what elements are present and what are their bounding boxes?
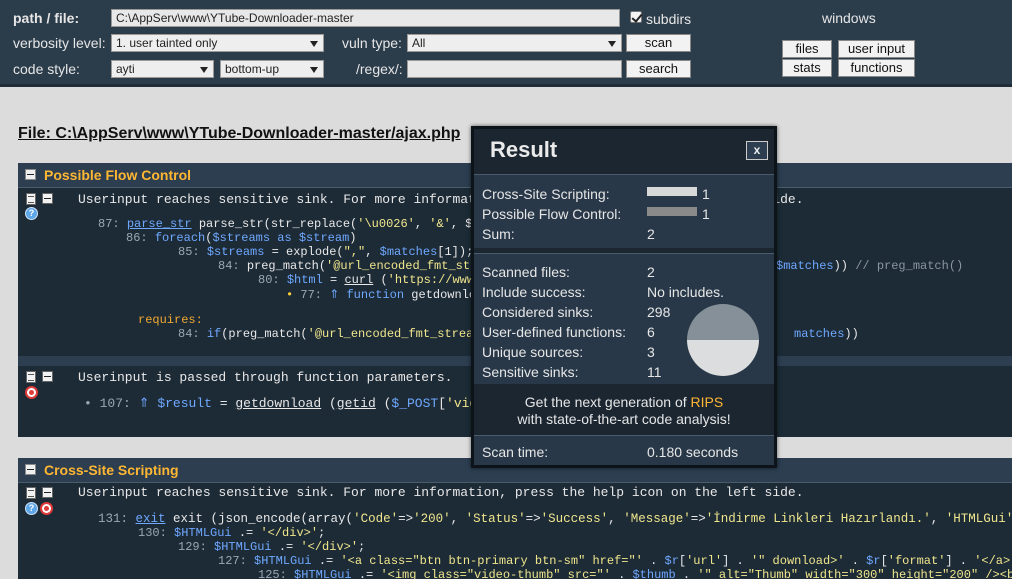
codestyle-select-value: ayti: [116, 62, 135, 76]
promo-text: Get the next generation of: [524, 394, 687, 410]
chevron-down-icon: [310, 41, 318, 47]
code-line: 85: $streams = explode(",", $matches[1])…: [178, 245, 474, 259]
codestyle-label: code style:: [13, 61, 80, 77]
flow-value: 1: [702, 206, 710, 222]
code-line: 80: $html = curl ('https://www: [258, 273, 475, 287]
sum-label: Sum:: [482, 226, 515, 242]
regex-input[interactable]: [407, 60, 622, 78]
order-select[interactable]: bottom-up: [220, 60, 324, 78]
minimize-icon[interactable]: [42, 193, 53, 204]
code-line: 130: $HTMLGui .= '</div>';: [138, 526, 326, 540]
document-icon[interactable]: [26, 487, 36, 499]
windows-label: windows: [822, 10, 876, 26]
stats-button[interactable]: stats: [782, 59, 832, 77]
code-line: • 77: ⇑ function getdownlo: [286, 288, 477, 302]
considered-sinks-label: Considered sinks:: [482, 304, 594, 320]
code-line: 84: if(preg_match('@url_encoded_fmt_stre…: [178, 327, 474, 341]
xss-value: 1: [702, 186, 710, 202]
promo-line-2: with state-of-the-art code analysis!: [517, 411, 731, 427]
scan-time-value: 0.180 seconds: [647, 444, 739, 460]
vuln-block: ? Userinput reaches sensitive sink. For …: [18, 483, 1012, 579]
user-defined-functions-label: User-defined functions:: [482, 324, 626, 340]
section-cross-site-scripting: Cross-Site Scripting ? Userinput reaches…: [18, 458, 1012, 579]
flow-bar: [647, 207, 697, 216]
scanned-files-value: 2: [647, 264, 655, 280]
verbosity-select[interactable]: 1. user tainted only: [111, 34, 324, 52]
scan-button[interactable]: scan: [626, 34, 691, 52]
chevron-down-icon: [608, 41, 616, 47]
xss-bar: [647, 187, 697, 196]
files-button[interactable]: files: [782, 40, 832, 58]
xss-label: Cross-Site Scripting:: [482, 186, 610, 202]
code-line: 87: parse_str parse_str(str_replace('\u0…: [98, 217, 473, 231]
result-title: Result: [490, 137, 558, 162]
close-button[interactable]: x: [746, 141, 768, 160]
help-icon[interactable]: ?: [25, 207, 38, 220]
minimize-icon[interactable]: [42, 487, 53, 498]
flow-label: Possible Flow Control:: [482, 206, 622, 222]
promo-brand[interactable]: RIPS: [691, 394, 724, 410]
path-input[interactable]: C:\AppServ\www\YTube-Downloader-master: [111, 9, 620, 27]
considered-sinks-value: 298: [647, 304, 671, 320]
sum-value: 2: [647, 226, 655, 242]
subdirs-checkbox[interactable]: [630, 11, 642, 23]
result-scantime: Scan time: 0.180 seconds: [474, 435, 774, 465]
path-label: path / file:: [13, 10, 80, 26]
result-summary: Cross-Site Scripting: 1 Possible Flow Co…: [474, 174, 774, 248]
verbosity-label: verbosity level:: [13, 35, 106, 51]
include-success-value: No includes.: [647, 284, 725, 300]
section-title: Possible Flow Control: [44, 167, 192, 183]
code-line: matches)): [794, 327, 859, 341]
order-select-value: bottom-up: [225, 62, 280, 76]
functions-button[interactable]: functions: [838, 59, 915, 77]
vulntype-label: vuln type:: [342, 35, 402, 51]
chevron-down-icon: [200, 67, 208, 73]
user-defined-functions-value: 6: [647, 324, 655, 340]
code-line: 84: preg_match('@url_encoded_fmt_st: [218, 259, 471, 273]
minimize-icon[interactable]: [42, 371, 53, 382]
result-window: Result x Cross-Site Scripting: 1 Possibl…: [471, 126, 777, 468]
subdirs-label: subdirs: [646, 11, 692, 27]
code-line: 127: $HTMLGui .= '<a class="btn btn-prim…: [218, 554, 1012, 568]
file-title[interactable]: File: C:\AppServ\www\YTube-Downloader-ma…: [18, 125, 460, 143]
code-line: $matches)) // preg_match(): [776, 259, 964, 273]
help-icon[interactable]: ?: [25, 502, 38, 515]
vuln-message: Userinput is passed through function par…: [78, 370, 453, 385]
code-line: 129: $HTMLGui .= '</div>';: [178, 540, 366, 554]
user-input-button[interactable]: user input: [838, 40, 915, 58]
scan-time-label: Scan time:: [482, 444, 549, 460]
vulntype-select[interactable]: All: [407, 34, 622, 52]
include-success-label: Include success:: [482, 284, 586, 300]
sensitive-sinks-label: Sensitive sinks:: [482, 364, 579, 380]
code-line: 131: exit exit (json_encode(array('Code'…: [98, 512, 1012, 526]
target-icon[interactable]: [40, 502, 53, 515]
top-menu: path / file: C:\AppServ\www\YTube-Downlo…: [0, 0, 1012, 87]
document-icon[interactable]: [26, 193, 36, 205]
regex-label: /regex/:: [356, 61, 403, 77]
section-title: Cross-Site Scripting: [44, 462, 179, 478]
vuln-message: Userinput reaches sensitive sink. For mo…: [78, 485, 804, 500]
chevron-down-icon: [310, 67, 318, 73]
promo-line-1[interactable]: Get the next generation of RIPS: [474, 394, 774, 410]
sensitive-sinks-value: 11: [647, 364, 662, 380]
target-icon[interactable]: [25, 386, 38, 399]
search-button[interactable]: search: [626, 60, 691, 78]
code-line: • 107: ⇑ $result = getdownload (getid ($…: [84, 396, 508, 411]
collapse-icon[interactable]: [25, 464, 36, 475]
vulnerability-pie-chart: [687, 304, 759, 376]
codestyle-select[interactable]: ayti: [111, 60, 214, 78]
code-line: 125: $HTMLGui .= '<img class="video-thum…: [258, 568, 1012, 579]
scanned-files-label: Scanned files:: [482, 264, 570, 280]
document-icon[interactable]: [26, 371, 36, 383]
code-line: 86: foreach($streams as $stream): [126, 231, 357, 245]
collapse-icon[interactable]: [25, 169, 36, 180]
requires-label: requires:: [138, 313, 203, 327]
unique-sources-value: 3: [647, 344, 655, 360]
verbosity-select-value: 1. user tainted only: [116, 36, 218, 50]
unique-sources-label: Unique sources:: [482, 344, 584, 360]
vulntype-select-value: All: [412, 36, 426, 50]
